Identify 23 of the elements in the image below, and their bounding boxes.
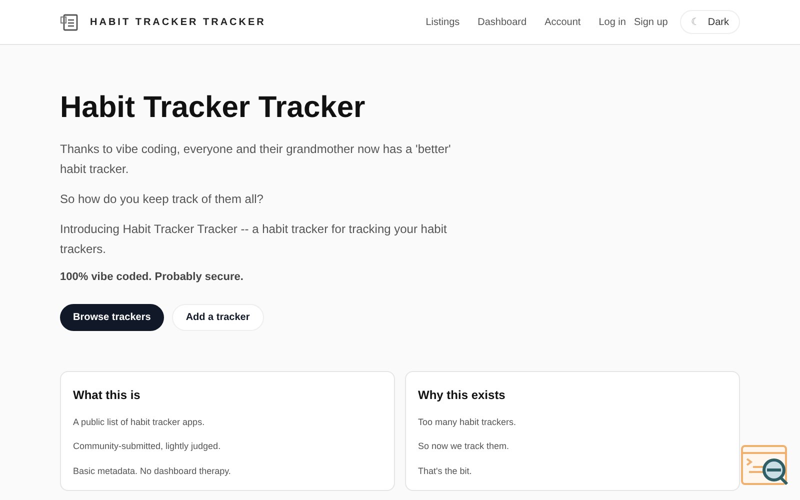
card-text: Community-submitted, lightly judged. (73, 440, 222, 453)
card-text: Too many habit trackers. (418, 416, 518, 429)
action-button[interactable]: Browse trackers (60, 304, 164, 330)
card-text: Basic metadata. No dashboard therapy. (73, 464, 232, 478)
nav-link[interactable]: Dashboard (478, 14, 527, 30)
brand-name: HABIT TRACKER TRACKER (90, 16, 266, 30)
card-title: Why this exists (418, 386, 506, 404)
card-text: A public list of habit tracker apps. (73, 416, 206, 429)
card-title: What this is (73, 386, 142, 404)
clipboard-icon (60, 12, 80, 32)
card-text: So now we track them. (418, 440, 510, 453)
intro-paragraph: Thanks to vibe coding, everyone and their grandmother now has a 'better' habit tracker. (60, 141, 452, 178)
card-text: That's the bit. (418, 464, 473, 478)
action-button[interactable]: Add a tracker (172, 304, 264, 330)
nav-link[interactable]: Log in (598, 14, 626, 30)
intro-paragraph: So how do you keep track of them all? (60, 191, 264, 208)
tagline: 100% vibe coded. Probably secure. (60, 270, 244, 285)
nav-link[interactable]: Account (544, 14, 581, 30)
intro-paragraph: Introducing Habit Tracker Tracker -- a habit tracker for tracking your habit trackers. (60, 221, 448, 258)
theme-toggle-button[interactable]: ☾ Dark (680, 10, 740, 34)
nav-link[interactable]: Listings (426, 14, 460, 30)
nav-link[interactable]: Sign up (634, 14, 668, 30)
page-title: Habit Tracker Tracker (60, 93, 366, 123)
